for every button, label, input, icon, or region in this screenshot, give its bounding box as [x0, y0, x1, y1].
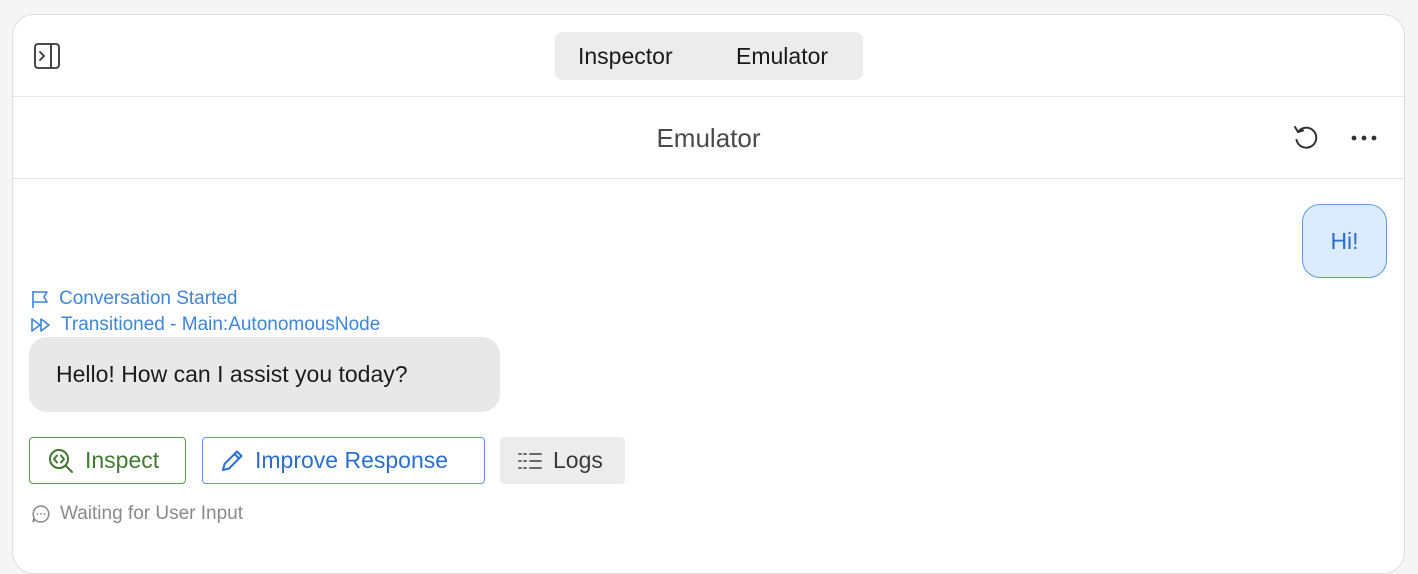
more-options-icon[interactable]: [1349, 123, 1379, 153]
emulator-header: Emulator: [13, 97, 1404, 179]
flag-icon: [32, 291, 48, 308]
event-label: Transitioned - Main:AutonomousNode: [61, 314, 381, 335]
logs-button[interactable]: Logs: [500, 437, 625, 484]
event-conversation-started: Conversation Started: [30, 288, 238, 310]
tab-inspector[interactable]: Inspector: [578, 43, 673, 70]
sidebar-toggle-icon[interactable]: [33, 42, 61, 70]
event-transitioned: Transitioned - Main:AutonomousNode: [30, 314, 380, 336]
bot-message-bubble: Hello! How can I assist you today?: [29, 337, 500, 412]
improve-response-button[interactable]: Improve Response: [202, 437, 485, 484]
pencil-icon: [222, 450, 243, 471]
improve-label: Improve Response: [255, 447, 449, 473]
fast-forward-icon: [31, 318, 50, 332]
page-title: Emulator: [656, 123, 761, 153]
event-label: Conversation Started: [59, 288, 238, 309]
status-label: Waiting for User Input: [60, 503, 244, 524]
top-toolbar: Inspector Emulator: [13, 15, 1404, 97]
logs-label: Logs: [553, 447, 603, 473]
inspect-icon: [49, 448, 73, 473]
emulator-panel: Inspector Emulator Emulator Hi! Conversa…: [12, 14, 1405, 574]
inspect-label: Inspect: [85, 447, 160, 473]
refresh-icon[interactable]: [1291, 123, 1321, 153]
view-tabs: Inspector Emulator: [555, 32, 863, 80]
chat-bubble-icon: [32, 505, 50, 523]
status-indicator: Waiting for User Input: [31, 503, 243, 525]
inspect-button[interactable]: Inspect: [29, 437, 186, 484]
list-icon: [518, 452, 542, 469]
tab-emulator[interactable]: Emulator: [736, 43, 828, 70]
user-message-bubble: Hi!: [1302, 204, 1387, 278]
